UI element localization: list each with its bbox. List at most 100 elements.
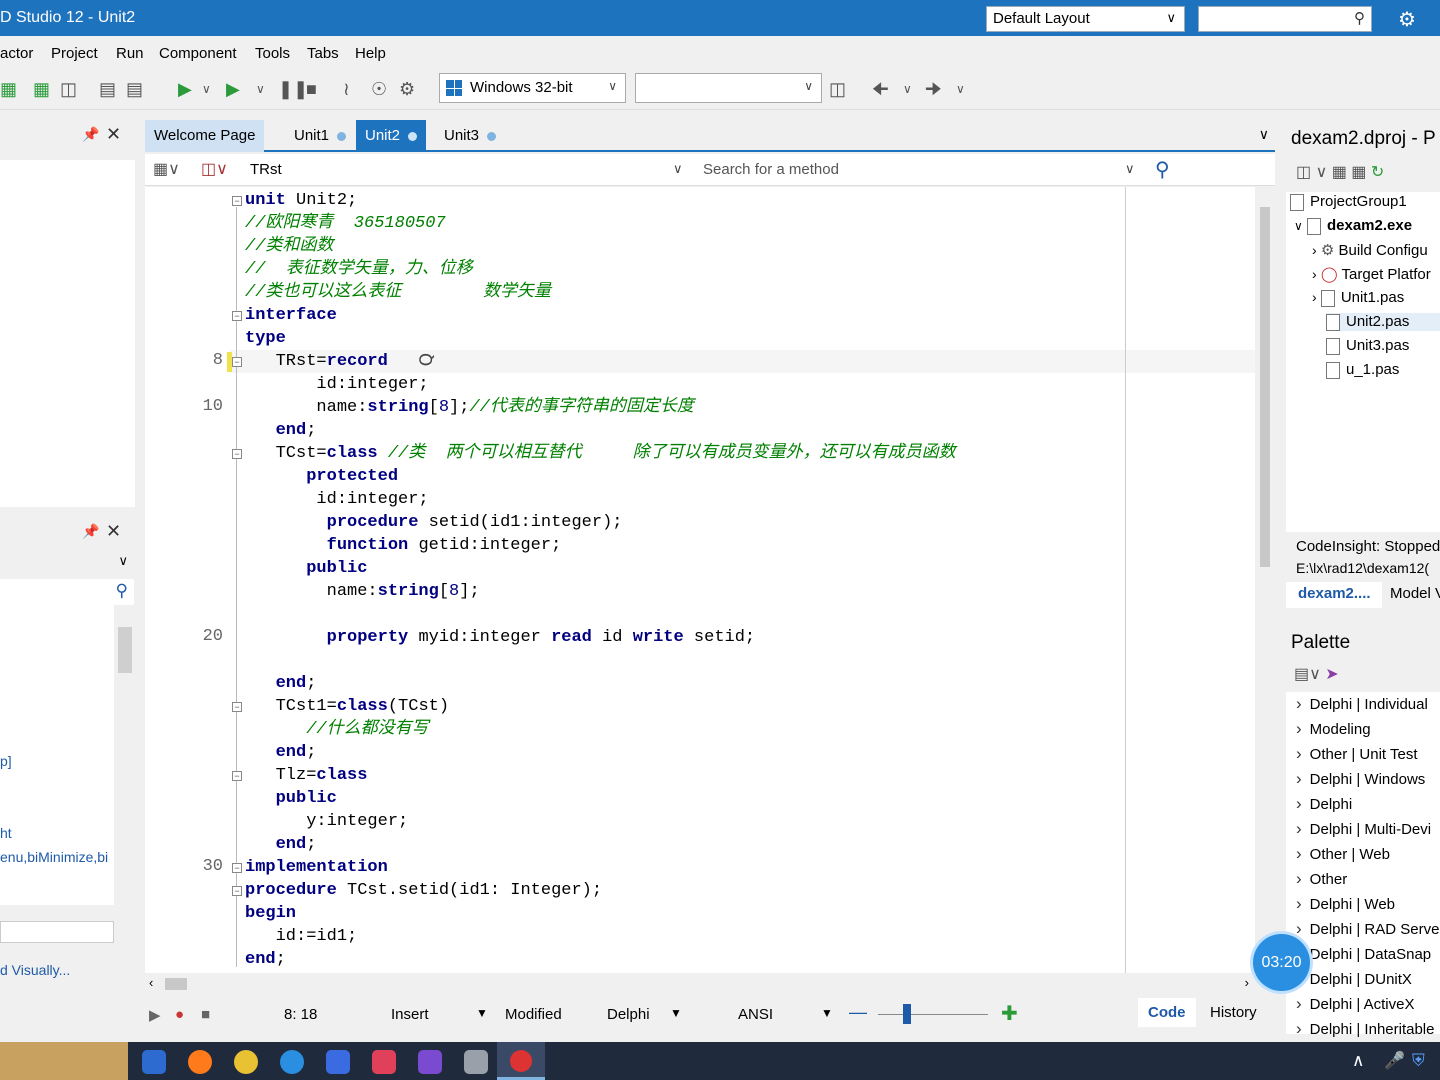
palette-category[interactable]: Delphi | Multi-Devi (1296, 819, 1431, 839)
close-icon[interactable]: ✕ (106, 124, 121, 145)
add-file-icon[interactable]: ▤ (99, 78, 116, 100)
property-value[interactable]: enu,biMinimize,bi (0, 849, 108, 865)
firefox-icon[interactable] (188, 1050, 212, 1074)
chevron-down-icon[interactable]: ∨ (956, 78, 965, 100)
menu-refactor[interactable]: actor (0, 45, 33, 62)
chevron-down-icon[interactable]: ∨ (202, 78, 211, 100)
save-all-icon[interactable]: ▦ (33, 78, 50, 100)
palette-category[interactable]: Delphi | ActiveX (1296, 994, 1415, 1014)
palette-category[interactable]: Modeling (1296, 719, 1371, 739)
menu-tabs[interactable]: Tabs (307, 45, 339, 62)
tree-node-unit1[interactable]: › Unit1.pas (1312, 289, 1404, 307)
app-icon[interactable] (418, 1050, 442, 1074)
audio-app-icon[interactable] (372, 1050, 396, 1074)
search-icon[interactable]: ⚲ (1155, 157, 1170, 182)
palette-toolbar-icons[interactable]: ▤∨ ➤ (1294, 664, 1339, 684)
play-macro-icon[interactable]: ▶ (149, 1006, 161, 1024)
chevron-down-icon[interactable]: ▼ (670, 1006, 682, 1020)
pin-icon[interactable]: 📌 (82, 523, 99, 540)
chevron-down-icon[interactable]: ▼ (821, 1006, 833, 1020)
palette-category[interactable]: Delphi (1296, 794, 1353, 814)
rad-studio-taskbar-button[interactable] (497, 1042, 545, 1080)
chevron-down-icon[interactable]: ∨ (256, 78, 265, 100)
tab-history[interactable]: History (1200, 998, 1267, 1027)
ide-search-input[interactable]: ⚲ (1198, 6, 1372, 32)
object-selector[interactable]: ∨ (0, 549, 134, 577)
insert-mode[interactable]: Insert (391, 1006, 429, 1023)
tab-model-view[interactable]: Model V (1390, 585, 1440, 602)
tab-project[interactable]: dexam2.... (1286, 582, 1382, 608)
structure-icon[interactable]: ▦∨ (153, 159, 180, 179)
menu-project[interactable]: Project (51, 45, 98, 62)
recording-timer[interactable]: 03:20 (1253, 934, 1310, 991)
run-without-debug-icon[interactable]: ▶ (226, 78, 240, 100)
class-selector[interactable]: TRst (250, 161, 282, 178)
fold-toggle-icon[interactable]: − (232, 311, 242, 321)
tab-code[interactable]: Code (1138, 998, 1196, 1027)
class-icon[interactable]: ◫∨ (201, 159, 228, 179)
menu-tools[interactable]: Tools (255, 45, 290, 62)
vertical-scrollbar[interactable] (114, 605, 134, 945)
fold-toggle-icon[interactable]: − (232, 449, 242, 459)
pause-icon[interactable]: ❚❚ (278, 78, 308, 100)
tree-node-projectgroup[interactable]: ProjectGroup1 (1290, 193, 1407, 211)
back-arrow-icon[interactable]: 🠈 (872, 78, 889, 100)
forward-arrow-icon[interactable]: 🠊 (925, 78, 942, 100)
menu-help[interactable]: Help (355, 45, 386, 62)
platform-dropdown[interactable]: Windows 32-bit ∨ (439, 73, 626, 103)
chevron-up-icon[interactable]: ∧ (1352, 1051, 1364, 1071)
fold-toggle-icon[interactable]: − (232, 702, 242, 712)
step-over-icon[interactable]: ≀ (343, 78, 350, 100)
tree-node-build-config[interactable]: › ⚙ Build Configu (1312, 241, 1428, 259)
palette-category[interactable]: Delphi | DataSnap (1296, 944, 1431, 964)
tab-welcome-page[interactable]: Welcome Page (145, 120, 265, 152)
chevron-left-icon[interactable]: ‹ (149, 975, 153, 990)
menu-component[interactable]: Component (159, 45, 237, 62)
configuration-dropdown[interactable]: ∨ (635, 73, 822, 103)
fold-toggle-icon[interactable]: − (232, 771, 242, 781)
app-icon[interactable] (326, 1050, 350, 1074)
tab-unit3[interactable]: Unit3 (435, 120, 505, 152)
chevron-down-icon[interactable]: ∨ (673, 161, 683, 177)
zoom-slider[interactable] (878, 1014, 988, 1015)
palette-category[interactable]: Delphi | Individual (1296, 694, 1428, 714)
tab-unit1[interactable]: Unit1 (285, 120, 355, 152)
trace-into-icon[interactable]: ☉ (371, 78, 387, 100)
property-value[interactable]: ht (0, 825, 12, 841)
method-search-input[interactable]: Search for a method (703, 161, 839, 178)
encoding-status[interactable]: ANSI (738, 1006, 773, 1023)
tree-node-exe[interactable]: ∨ dexam2.exe (1294, 217, 1412, 235)
vertical-scrollbar[interactable] (1255, 187, 1275, 973)
chevron-right-icon[interactable]: › (1245, 975, 1249, 990)
chevron-down-icon[interactable]: ∨ (1259, 126, 1269, 143)
property-value[interactable]: p] (0, 753, 12, 769)
fold-toggle-icon[interactable]: − (232, 357, 242, 367)
tree-node-unit3[interactable]: Unit3.pas (1326, 337, 1409, 355)
run-to-cursor-icon[interactable]: ⚙ (399, 78, 415, 100)
palette-category[interactable]: Delphi | DUnitX (1296, 969, 1412, 989)
microphone-icon[interactable]: 🎤 (1384, 1051, 1405, 1071)
tree-node-unit2[interactable]: Unit2.pas (1326, 313, 1440, 331)
property-edit-field[interactable] (0, 921, 114, 943)
palette-category[interactable]: Delphi | RAD Serve (1296, 919, 1440, 939)
chevron-down-icon[interactable]: ∨ (1125, 161, 1135, 177)
palette-category[interactable]: Other | Unit Test (1296, 744, 1418, 764)
zoom-out-icon[interactable]: — (849, 1002, 867, 1023)
tab-unit2[interactable]: Unit2 (356, 120, 427, 152)
close-icon[interactable]: ✕ (106, 521, 121, 542)
palette-category[interactable]: Delphi | Inheritable (1296, 1019, 1435, 1039)
palette-category[interactable]: Other (1296, 869, 1348, 889)
shield-icon[interactable]: ⛨ (1412, 1051, 1425, 1071)
fold-toggle-icon[interactable]: − (232, 196, 242, 206)
horizontal-scrollbar[interactable]: ‹ › (145, 973, 1255, 995)
palette-category[interactable]: Delphi | Web (1296, 894, 1395, 914)
tree-node-target-platforms[interactable]: › ◯ Target Platfor (1312, 265, 1431, 283)
palette-category[interactable]: Other | Web (1296, 844, 1390, 864)
run-icon[interactable]: ▶ (178, 78, 192, 100)
chevron-down-icon[interactable]: ▼ (476, 1006, 488, 1020)
code-editor[interactable]: 8 10 20 30 − − − − − − − − unit Unit2; /… (145, 187, 1275, 973)
zoom-in-icon[interactable]: ✚ (1001, 1001, 1018, 1026)
edge-icon[interactable] (142, 1050, 166, 1074)
app-icon[interactable] (464, 1050, 488, 1074)
language-status[interactable]: Delphi (607, 1006, 650, 1023)
